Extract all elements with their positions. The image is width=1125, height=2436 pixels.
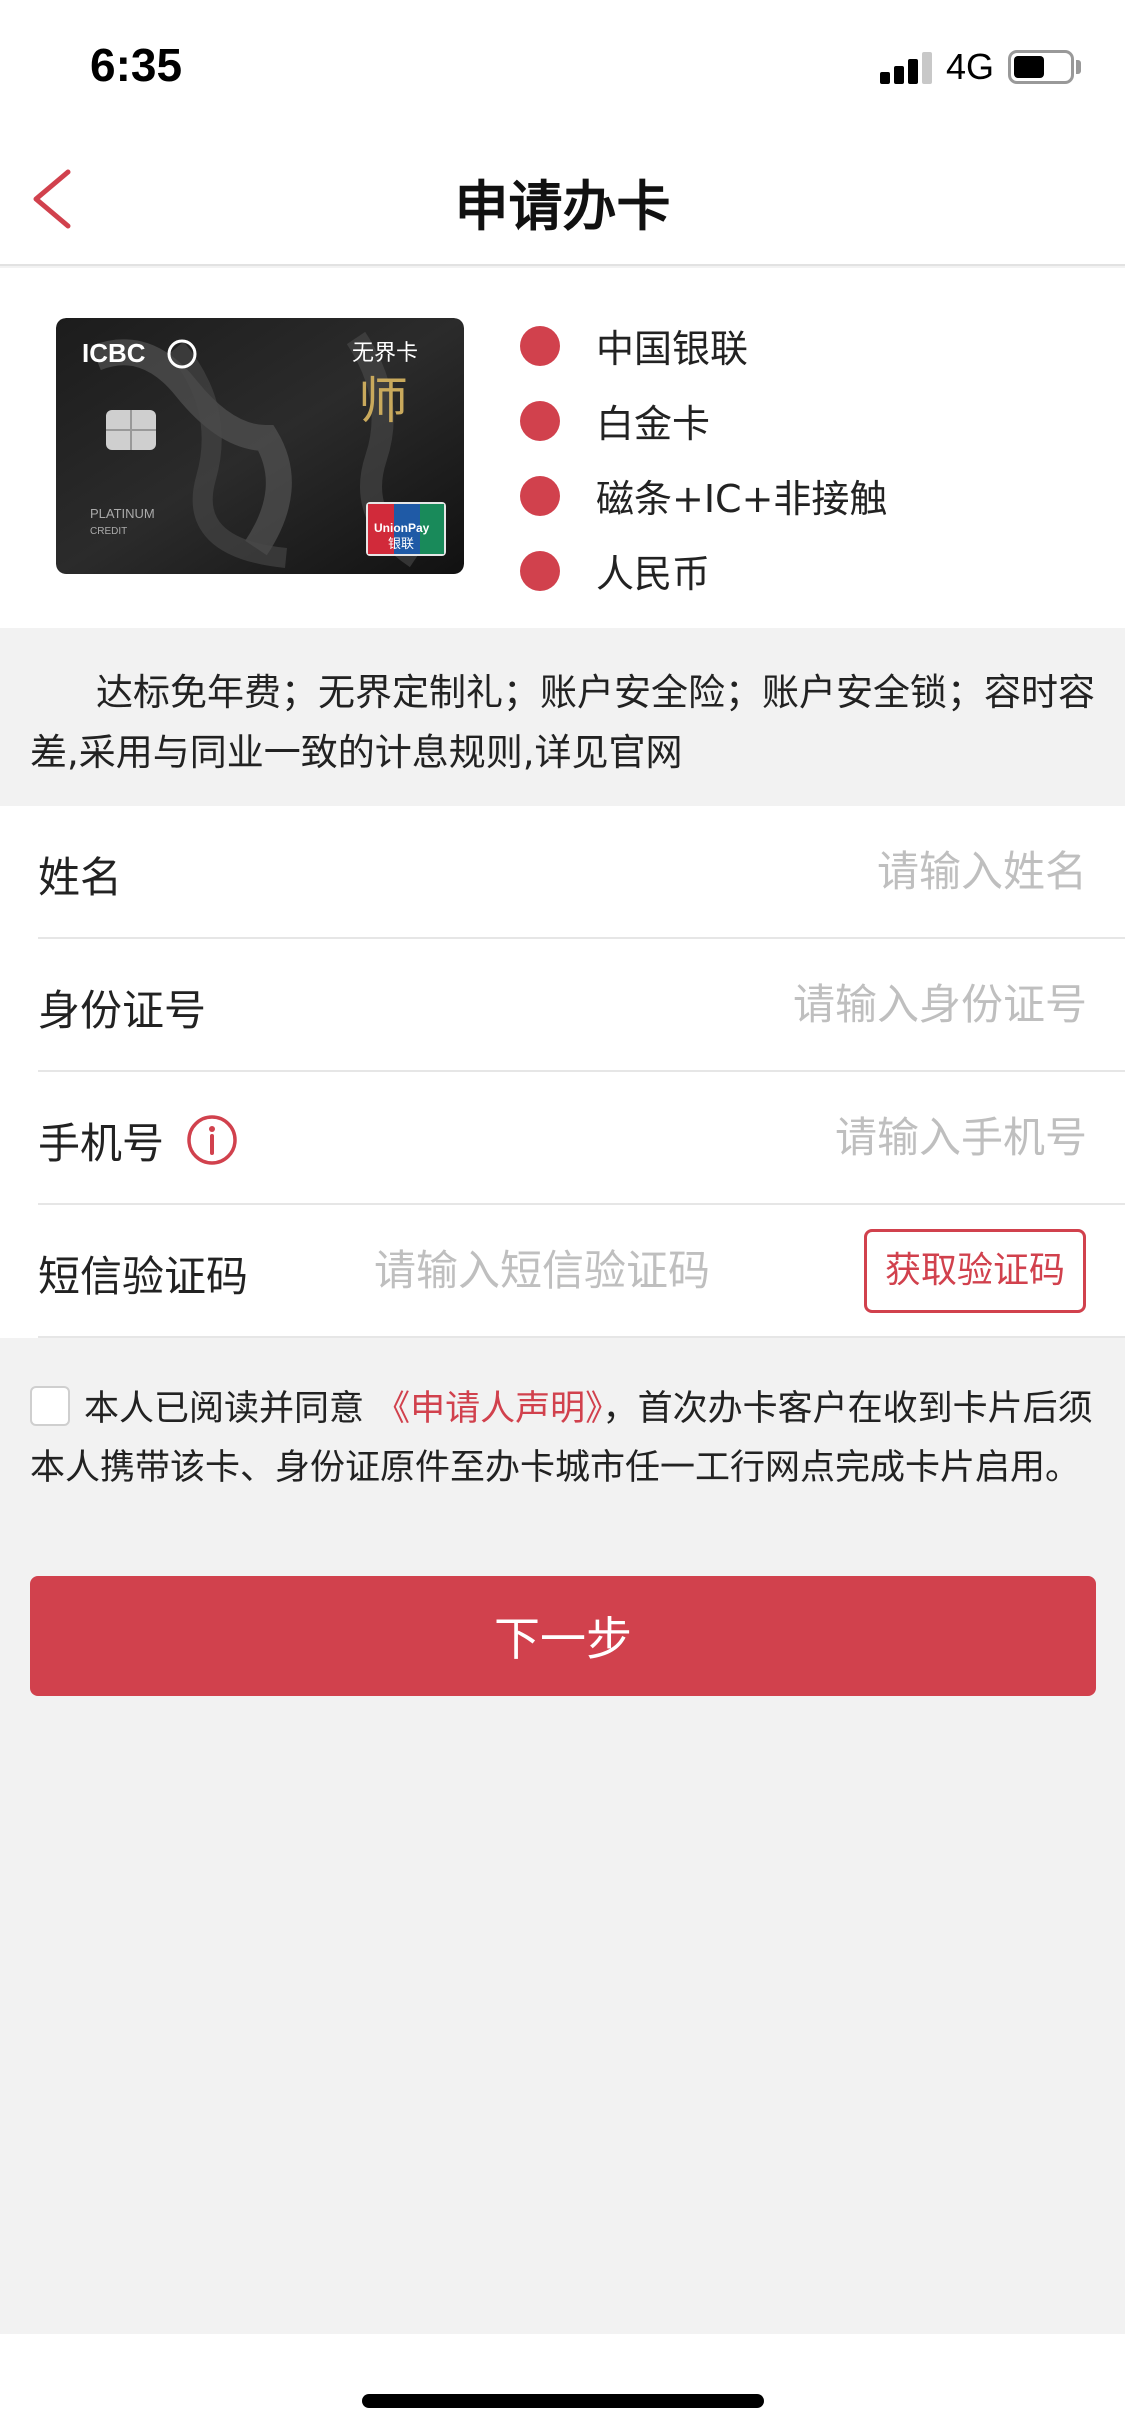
network-type: 4G [946, 46, 995, 87]
feature-item: 中国银联 [520, 308, 887, 383]
home-indicator-area [0, 2334, 1125, 2436]
sms-code-input[interactable] [374, 1235, 854, 1305]
svg-text:师: 师 [358, 372, 408, 430]
name-label: 姓名 [38, 853, 123, 902]
name-row: 姓名 [38, 806, 1125, 939]
bullet-dot-icon [520, 400, 560, 441]
next-step-button[interactable]: 下一步 [30, 1576, 1096, 1696]
svg-text:UnionPay: UnionPay [374, 521, 430, 535]
id-number-label: 身份证号 [38, 986, 207, 1035]
bullet-dot-icon [520, 325, 560, 366]
status-bar: 6:35 4G [0, 0, 1125, 132]
application-form: 姓名 身份证号 手机号 短信验证码 获取验证码 [0, 806, 1125, 1338]
name-input[interactable] [527, 836, 1087, 906]
phone-row: 手机号 [38, 1072, 1125, 1205]
credit-card-image: ICBC 无界卡 师 PLATINUM CREDIT UnionPay 银联 [56, 318, 464, 574]
info-icon[interactable] [186, 1114, 238, 1166]
home-indicator[interactable] [362, 2394, 764, 2408]
svg-text:银联: 银联 [388, 537, 414, 552]
feature-item: 磁条+IC+非接触 [520, 458, 887, 533]
card-section: ICBC 无界卡 师 PLATINUM CREDIT UnionPay 银联 中… [0, 268, 1125, 628]
card-description: 达标免年费；无界定制礼；账户安全险；账户安全锁；容时容差,采用与同业一致的计息规… [0, 628, 1125, 806]
id-number-row: 身份证号 [38, 939, 1125, 1072]
svg-text:PLATINUM: PLATINUM [90, 506, 155, 521]
bullet-dot-icon [520, 550, 560, 591]
signal-icon [880, 50, 932, 84]
applicant-statement-link[interactable]: 《申请人声明》 [375, 1389, 603, 1429]
feature-label: 中国银联 [596, 327, 749, 371]
svg-text:ICBC: ICBC [82, 338, 146, 368]
page-title: 申请办卡 [454, 175, 671, 238]
sms-code-label: 短信验证码 [38, 1252, 249, 1301]
status-time: 6:35 [90, 39, 183, 91]
feature-label: 人民币 [596, 552, 711, 596]
phone-input[interactable] [527, 1102, 1087, 1172]
agreement-checkbox[interactable] [30, 1386, 70, 1426]
phone-label: 手机号 [38, 1119, 165, 1168]
feature-item: 白金卡 [520, 383, 887, 458]
agreement-prefix: 本人已阅读并同意 [84, 1389, 365, 1429]
feature-label: 磁条+IC+非接触 [596, 477, 888, 521]
nav-bar: 申请办卡 [0, 132, 1125, 266]
agreement-text: 本人已阅读并同意 《申请人声明》，首次办卡客户在收到卡片后须本人携带该卡、身份证… [30, 1380, 1100, 1498]
id-number-input[interactable] [527, 969, 1087, 1039]
battery-icon [1008, 50, 1074, 84]
bullet-dot-icon [520, 475, 560, 516]
svg-text:无界卡: 无界卡 [352, 341, 418, 366]
svg-text:CREDIT: CREDIT [90, 526, 127, 537]
sms-code-row: 短信验证码 获取验证码 [38, 1205, 1125, 1338]
card-feature-list: 中国银联 白金卡 磁条+IC+非接触 人民币 [520, 308, 887, 608]
get-sms-code-button[interactable]: 获取验证码 [864, 1229, 1086, 1313]
battery-cap [1076, 60, 1081, 74]
feature-label: 白金卡 [596, 402, 711, 446]
feature-item: 人民币 [520, 533, 887, 608]
